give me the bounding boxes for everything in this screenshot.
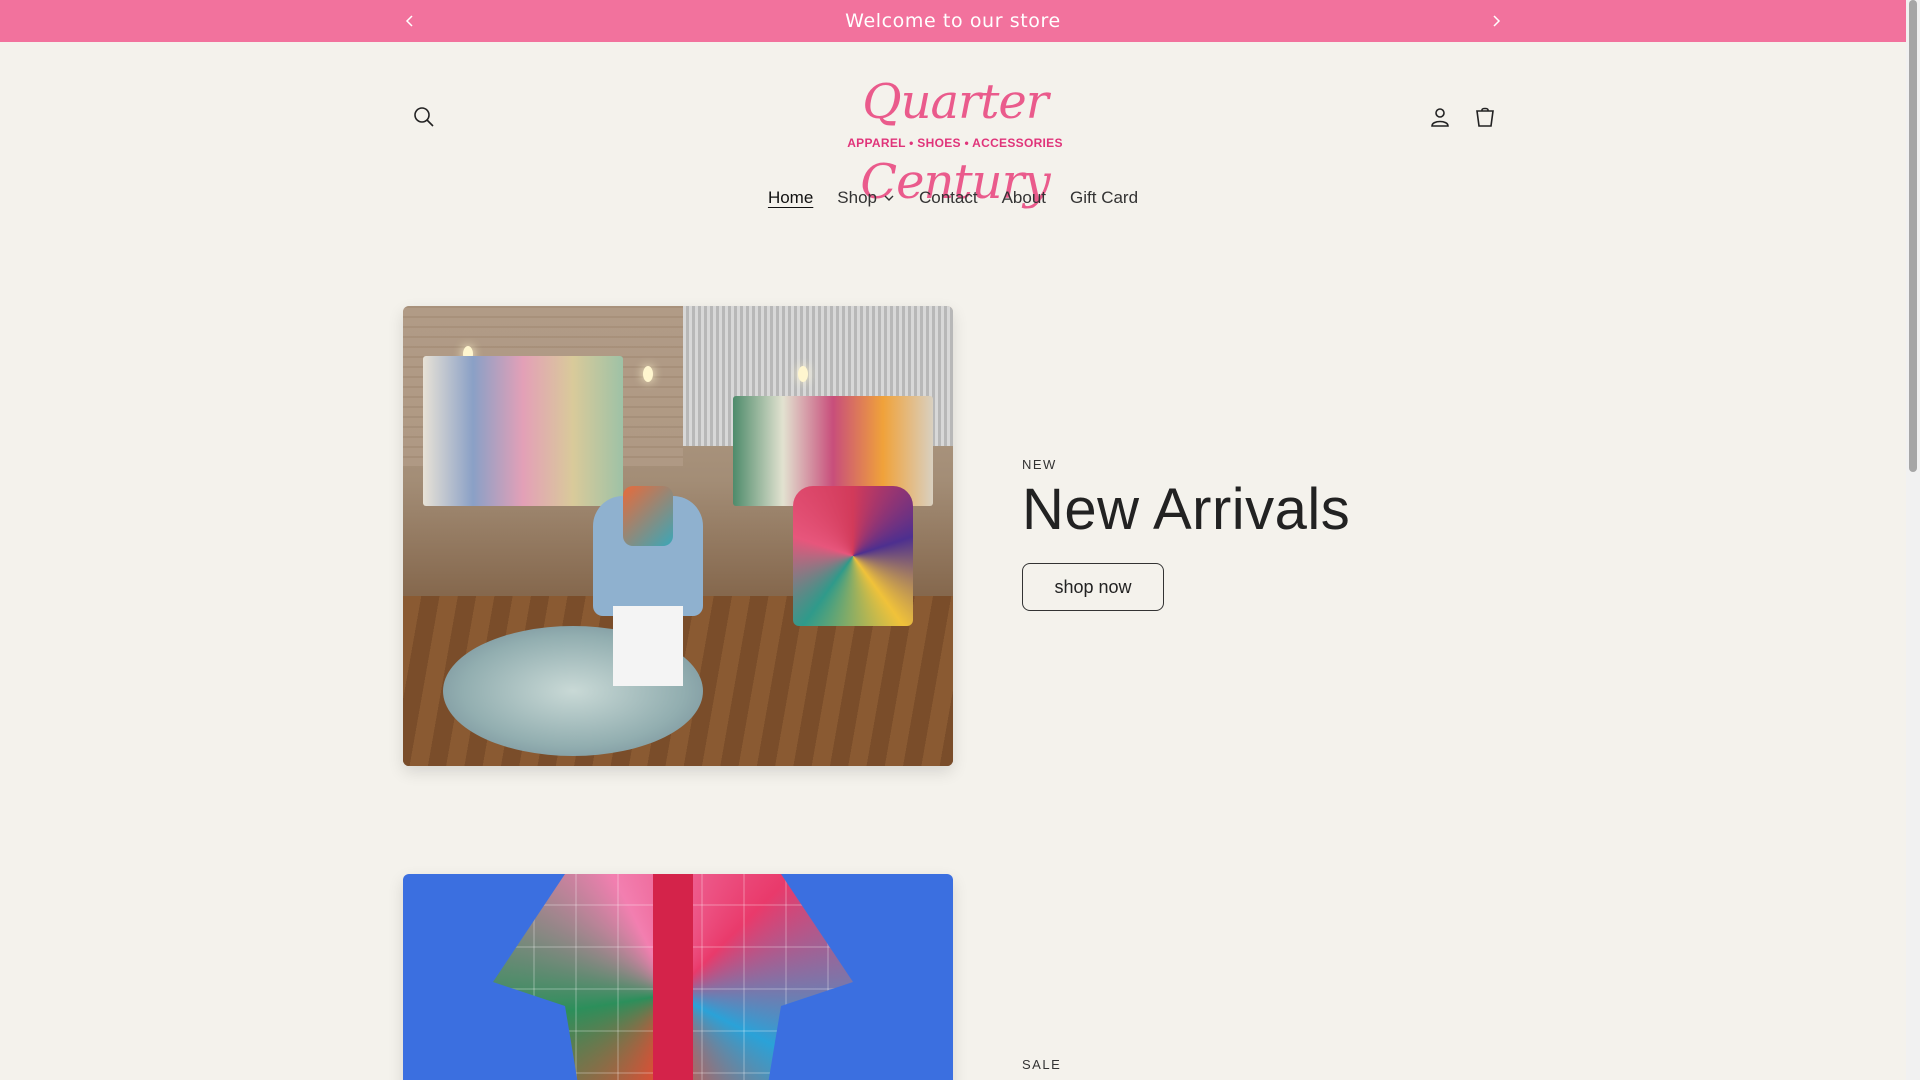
site-header: Quarter Century APPAREL • SHOES • ACCESS…: [0, 42, 1906, 242]
cart-button[interactable]: [1465, 97, 1505, 137]
logo-tagline: APPAREL • SHOES • ACCESSORIES: [847, 136, 1063, 150]
printed-blouse: [793, 486, 913, 626]
announcement-bar: Welcome to our store: [0, 0, 1906, 42]
search-icon: [414, 107, 434, 127]
neck-tie: [653, 874, 693, 1080]
announcement-prev-button[interactable]: [397, 8, 423, 34]
section-eyebrow: SALE: [1022, 1057, 1062, 1072]
announcement-next-button[interactable]: [1483, 8, 1509, 34]
page-scrollbar[interactable]: [1906, 0, 1920, 1080]
nav-item-label: Home: [767, 188, 814, 207]
section-eyebrow: NEW: [1022, 457, 1057, 472]
nav-item-label: About: [1001, 188, 1047, 207]
main-nav: Home Shop Contact About Gift Card: [0, 182, 1906, 214]
scrollbar-thumb[interactable]: [1909, 0, 1917, 472]
nav-item-home[interactable]: Home: [756, 182, 825, 214]
cart-icon: [1476, 107, 1494, 127]
store-interior-image: [403, 306, 953, 766]
nav-item-shop[interactable]: Shop: [825, 182, 907, 214]
chevron-right-icon: [1493, 15, 1501, 27]
sale-image: [403, 874, 953, 1080]
nav-item-label: Shop: [837, 188, 877, 207]
light-bulb: [798, 366, 808, 382]
sale-text: SALE: [1022, 1057, 1061, 1072]
nav-item-gift-card[interactable]: Gift Card: [1058, 182, 1150, 214]
new-arrivals-text: NEW New Arrivals shop now: [1022, 457, 1350, 611]
white-skirt: [613, 606, 683, 686]
mannequin: [593, 456, 703, 696]
search-button[interactable]: [404, 97, 444, 137]
chevron-left-icon: [405, 15, 413, 27]
shop-now-button[interactable]: shop now: [1022, 563, 1164, 611]
account-icon: [1431, 108, 1449, 127]
chevron-down-icon: [884, 195, 894, 201]
store-logo[interactable]: Quarter Century APPAREL • SHOES • ACCESS…: [795, 62, 1115, 210]
new-arrivals-image: [403, 306, 953, 766]
nav-item-about[interactable]: About: [990, 182, 1058, 214]
nav-item-label: Contact: [919, 188, 978, 207]
section-heading: New Arrivals: [1022, 477, 1351, 542]
light-bulb: [643, 366, 653, 382]
announcement-text: Welcome to our store: [845, 10, 1061, 32]
nav-item-label: Gift Card: [1070, 188, 1139, 207]
page: Welcome to our store Quarter Century APP…: [0, 0, 1920, 1080]
scarf: [623, 486, 673, 546]
account-button[interactable]: [1420, 97, 1460, 137]
nav-item-contact[interactable]: Contact: [907, 182, 990, 214]
colorful-dress-image: [403, 874, 953, 1080]
